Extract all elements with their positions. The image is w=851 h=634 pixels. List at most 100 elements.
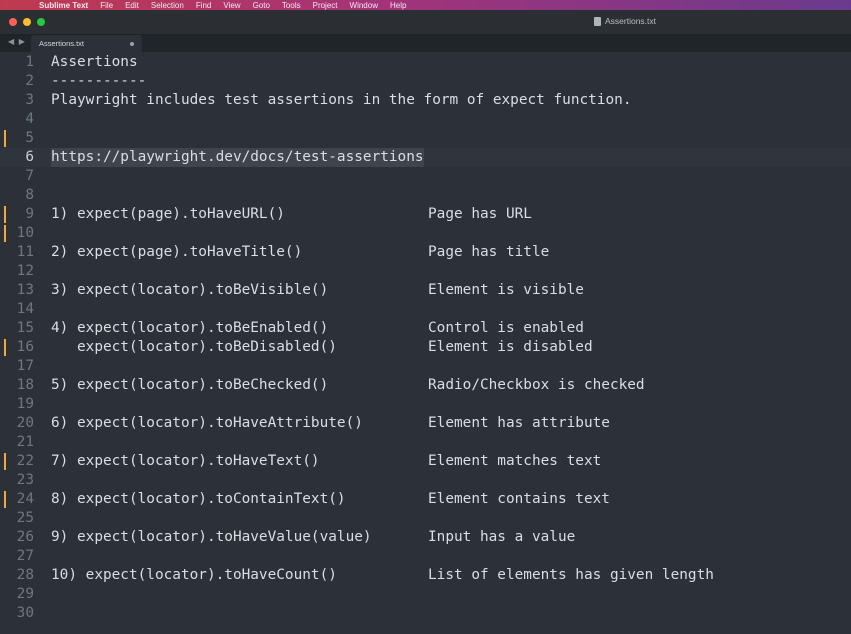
menu-view[interactable]: View — [223, 1, 240, 10]
code-line[interactable]: 6 https://playwright.dev/docs/test-assert… — [0, 148, 851, 167]
window-title: Assertions.txt — [594, 16, 656, 26]
window-title-bar: Assertions.txt — [0, 10, 851, 35]
line-number: 28 — [16, 567, 34, 583]
code-text: 3) expect(locator).toBeVisible() — [51, 282, 329, 298]
zoom-window-button[interactable] — [37, 18, 45, 26]
line-number: 6 — [25, 149, 34, 165]
code-line[interactable]: 27 — [0, 547, 851, 566]
assertion-description: Control is enabled — [428, 320, 584, 336]
code-line[interactable]: 18 5) expect(locator).toBeChecked() Radio/… — [0, 376, 851, 395]
modified-line-marker — [4, 225, 6, 242]
line-number: 23 — [16, 472, 34, 488]
line-number: 19 — [16, 396, 34, 412]
document-icon — [594, 16, 601, 26]
code-line[interactable]: 17 — [0, 357, 851, 376]
line-number: 24 — [16, 491, 34, 507]
tab-navigation-arrows-icon[interactable]: ◀ ▶ — [8, 37, 26, 46]
code-line[interactable]: 3 Playwright includes test assertions in … — [0, 91, 851, 110]
code-text: Playwright includes test assertions in t… — [51, 92, 632, 108]
code-line[interactable]: 28 10) expect(locator).toHaveCount() List … — [0, 566, 851, 585]
line-number: 21 — [16, 434, 34, 450]
modified-line-marker — [4, 339, 6, 356]
line-number: 25 — [16, 510, 34, 526]
line-number: 2 — [25, 73, 34, 89]
menu-find[interactable]: Find — [196, 1, 212, 10]
code-line[interactable]: 22 7) expect(locator).toHaveText() Element… — [0, 452, 851, 471]
code-line[interactable]: 29 — [0, 585, 851, 604]
menu-edit[interactable]: Edit — [125, 1, 139, 10]
code-line[interactable]: 23 — [0, 471, 851, 490]
modified-line-marker — [4, 491, 6, 508]
code-line[interactable]: 10 — [0, 224, 851, 243]
code-text: 4) expect(locator).toBeEnabled() — [51, 320, 329, 336]
menu-file[interactable]: File — [100, 1, 113, 10]
line-number: 15 — [16, 320, 34, 336]
line-number: 13 — [16, 282, 34, 298]
code-text: 9) expect(locator).toHaveValue(value) — [51, 529, 372, 545]
code-line[interactable]: 12 — [0, 262, 851, 281]
modified-line-marker — [4, 130, 6, 147]
window-title-text: Assertions.txt — [605, 16, 657, 26]
tab-bar: ◀ ▶ Assertions.txt — [0, 35, 851, 52]
line-number: 18 — [16, 377, 34, 393]
code-line[interactable]: 1 Assertions — [0, 53, 851, 72]
line-number: 14 — [16, 301, 34, 317]
code-text: 6) expect(locator).toHaveAttribute() — [51, 415, 363, 431]
code-line[interactable]: 21 — [0, 433, 851, 452]
line-number: 22 — [16, 453, 34, 469]
minimize-window-button[interactable] — [23, 18, 31, 26]
line-number: 30 — [16, 605, 34, 621]
menu-bar: Sublime Text File Edit Selection Find Vi… — [0, 0, 851, 10]
code-text: expect(locator).toBeDisabled() — [51, 339, 337, 355]
line-number: 8 — [25, 187, 34, 203]
menu-tools[interactable]: Tools — [282, 1, 301, 10]
line-number: 1 — [25, 54, 34, 70]
code-line[interactable]: 14 — [0, 300, 851, 319]
assertion-description: Page has title — [428, 244, 550, 260]
code-line[interactable]: 15 4) expect(locator).toBeEnabled() Contro… — [0, 319, 851, 338]
editor-area[interactable]: 1 Assertions 2 ----------- 3 Playwright inclu… — [0, 52, 851, 634]
code-line[interactable]: 20 6) expect(locator).toHaveAttribute() El… — [0, 414, 851, 433]
code-text: Assertions — [51, 54, 138, 70]
line-number: 3 — [25, 92, 34, 108]
code-line[interactable]: 16 expect(locator).toBeDisabled() Element… — [0, 338, 851, 357]
menu-goto[interactable]: Goto — [253, 1, 270, 10]
line-number: 17 — [16, 358, 34, 374]
assertion-description: Radio/Checkbox is checked — [428, 377, 645, 393]
assertion-description: List of elements has given length — [428, 567, 714, 583]
code-text: 1) expect(page).toHaveURL() — [51, 206, 285, 222]
tab-assertions-txt[interactable]: Assertions.txt — [31, 35, 142, 52]
code-line[interactable]: 11 2) expect(page).toHaveTitle() Page has … — [0, 243, 851, 262]
code-line[interactable]: 30 — [0, 604, 851, 623]
code-text: 8) expect(locator).toContainText() — [51, 491, 346, 507]
line-number: 10 — [16, 225, 34, 241]
tab-label: Assertions.txt — [39, 39, 85, 48]
unsaved-dot-icon[interactable] — [130, 42, 134, 46]
line-number: 20 — [16, 415, 34, 431]
close-window-button[interactable] — [9, 18, 17, 26]
line-number: 11 — [16, 244, 34, 260]
assertion-description: Element contains text — [428, 491, 610, 507]
code-line[interactable]: 9 1) expect(page).toHaveURL() Page has URL — [0, 205, 851, 224]
line-number: 12 — [16, 263, 34, 279]
code-line[interactable]: 24 8) expect(locator).toContainText() Elem… — [0, 490, 851, 509]
assertion-description: Element matches text — [428, 453, 602, 469]
menu-selection[interactable]: Selection — [151, 1, 184, 10]
code-line[interactable]: 26 9) expect(locator).toHaveValue(value) I… — [0, 528, 851, 547]
code-line[interactable]: 7 — [0, 167, 851, 186]
code-line[interactable]: 19 — [0, 395, 851, 414]
code-line[interactable]: 13 3) expect(locator).toBeVisible() Elemen… — [0, 281, 851, 300]
assertion-description: Element has attribute — [428, 415, 610, 431]
code-line[interactable]: 8 — [0, 186, 851, 205]
code-text: 2) expect(page).toHaveTitle() — [51, 244, 303, 260]
code-text: 7) expect(locator).toHaveText() — [51, 453, 320, 469]
code-line[interactable]: 5 — [0, 129, 851, 148]
code-line[interactable]: 4 — [0, 110, 851, 129]
line-number: 4 — [25, 111, 34, 127]
menu-help[interactable]: Help — [390, 1, 406, 10]
code-line[interactable]: 25 — [0, 509, 851, 528]
menu-app-name[interactable]: Sublime Text — [39, 1, 88, 10]
menu-project[interactable]: Project — [313, 1, 338, 10]
menu-window[interactable]: Window — [350, 1, 378, 10]
code-line[interactable]: 2 ----------- — [0, 72, 851, 91]
